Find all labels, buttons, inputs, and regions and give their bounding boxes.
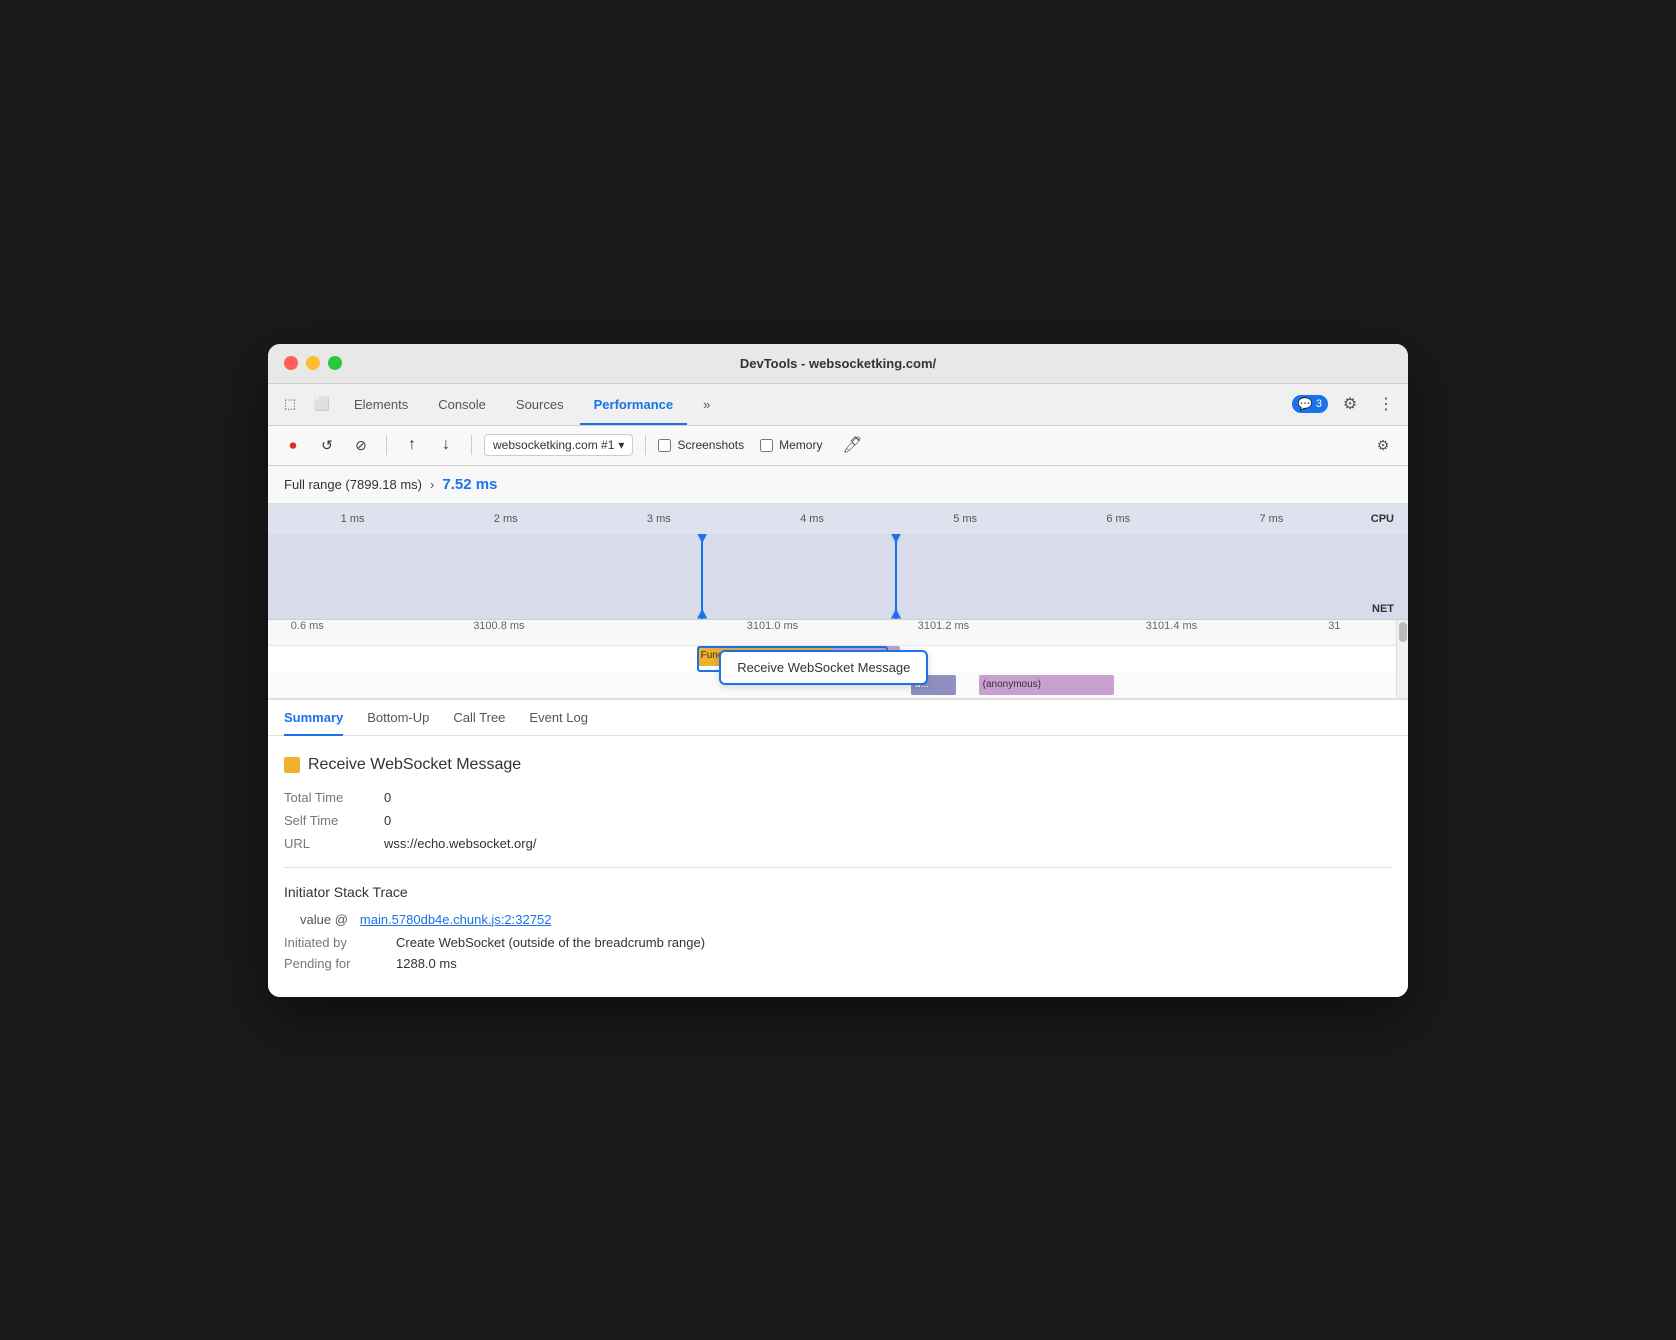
record-button[interactable]: ⏺ <box>280 432 306 458</box>
anonymous-block[interactable]: (anonymous) <box>979 675 1114 695</box>
download-button[interactable]: ↓ <box>433 432 459 458</box>
net-label: NET <box>1372 603 1394 615</box>
ms-labels-row: 0.6 ms 3100.8 ms 3101.0 ms 3101.2 ms 310… <box>268 620 1408 646</box>
scrollbar-thumb[interactable] <box>1399 622 1407 642</box>
ruler-1ms: 1 ms <box>341 513 365 525</box>
pending-for-row: Pending for 1288.0 ms <box>284 956 1392 971</box>
url-row: URL wss://echo.websocket.org/ <box>284 836 1392 851</box>
tab-bottom-up[interactable]: Bottom-Up <box>367 700 429 735</box>
traffic-lights <box>284 356 342 370</box>
divider-3 <box>645 435 646 455</box>
panel-tabs: Summary Bottom-Up Call Tree Event Log <box>268 700 1408 736</box>
stack-value-row: value @ main.5780db4e.chunk.js:2:32752 <box>284 912 1392 927</box>
tab-console[interactable]: Console <box>424 383 500 425</box>
cpu-chart-svg <box>268 534 1408 619</box>
titlebar: DevTools - websocketking.com/ <box>268 344 1408 384</box>
tab-elements[interactable]: Elements <box>340 383 422 425</box>
maximize-button[interactable] <box>328 356 342 370</box>
nav-tabs: Elements Console Sources Performance » <box>340 383 1288 425</box>
perf-settings-button[interactable]: ⚙ <box>1370 432 1396 458</box>
ruler-2ms: 2 ms <box>494 513 518 525</box>
separator-1 <box>284 867 1392 868</box>
message-badge[interactable]: 💬 3 <box>1292 395 1328 413</box>
nav-toolbar: ⬚ ⬜ Elements Console Sources Performance… <box>268 384 1408 426</box>
ruler-3ms: 3 ms <box>647 513 671 525</box>
nav-right: 💬 3 ⚙ ⋮ <box>1292 390 1400 418</box>
inspect-icon[interactable]: ⬚ <box>276 390 304 418</box>
more-icon[interactable]: ⋮ <box>1372 390 1400 418</box>
dropdown-arrow-icon: ▾ <box>618 438 624 452</box>
clear-button[interactable]: ⊘ <box>348 432 374 458</box>
cpu-label: CPU <box>1371 513 1394 525</box>
device-icon[interactable]: ⬜ <box>308 390 336 418</box>
ms-label-5: 31 <box>1328 620 1340 632</box>
reload-record-button[interactable]: ↺ <box>314 432 340 458</box>
tab-event-log[interactable]: Event Log <box>529 700 588 735</box>
ms-label-4: 3101.4 ms <box>1146 620 1197 632</box>
stack-link[interactable]: main.5780db4e.chunk.js:2:32752 <box>360 912 552 927</box>
ms-label-0: 0.6 ms <box>291 620 324 632</box>
close-button[interactable] <box>284 356 298 370</box>
self-time-row: Self Time 0 <box>284 813 1392 828</box>
timeline-scrollbar[interactable] <box>1396 620 1408 698</box>
stack-trace-title: Initiator Stack Trace <box>284 884 1392 900</box>
ruler-4ms: 4 ms <box>800 513 824 525</box>
flame-tooltip: Receive WebSocket Message <box>719 650 928 685</box>
panel-content: Receive WebSocket Message Total Time 0 S… <box>268 736 1408 997</box>
ruler-7ms: 7 ms <box>1259 513 1283 525</box>
devtools-window: DevTools - websocketking.com/ ⬚ ⬜ Elemen… <box>268 344 1408 997</box>
flame-row-1: Function Call Microtasks Receive WebSock… <box>268 646 1396 672</box>
ruler-6ms: 6 ms <box>1106 513 1130 525</box>
tab-call-tree[interactable]: Call Tree <box>453 700 505 735</box>
memory-checkbox[interactable] <box>760 439 773 452</box>
event-type-icon <box>284 757 300 773</box>
ms-label-3: 3101.2 ms <box>918 620 969 632</box>
full-range-info: Full range (7899.18 ms) › 7.52 ms <box>268 466 1408 504</box>
tab-performance[interactable]: Performance <box>580 383 687 425</box>
divider-1 <box>386 435 387 455</box>
selection-end-marker <box>895 534 897 619</box>
summary-title: Receive WebSocket Message <box>284 756 1392 774</box>
minimize-button[interactable] <box>306 356 320 370</box>
upload-button[interactable]: ↑ <box>399 432 425 458</box>
divider-2 <box>471 435 472 455</box>
ms-label-1: 3100.8 ms <box>473 620 524 632</box>
total-time-row: Total Time 0 <box>284 790 1392 805</box>
selection-start-marker <box>701 534 703 619</box>
bottom-panel: Summary Bottom-Up Call Tree Event Log Re… <box>268 698 1408 997</box>
timeline-area[interactable]: 1 ms 2 ms 3 ms 4 ms 5 ms 6 ms 7 ms CPU <box>268 504 1408 698</box>
brush-icon[interactable]: 🖊 <box>838 431 866 459</box>
tab-sources[interactable]: Sources <box>502 383 578 425</box>
screenshots-checkbox-group: Screenshots <box>658 438 744 452</box>
ruler-5ms: 5 ms <box>953 513 977 525</box>
memory-checkbox-group: Memory <box>760 438 822 452</box>
ms-label-2: 3101.0 ms <box>747 620 798 632</box>
initiated-by-row: Initiated by Create WebSocket (outside o… <box>284 935 1392 950</box>
screenshots-checkbox[interactable] <box>658 439 671 452</box>
url-selector[interactable]: websocketking.com #1 ▾ <box>484 434 633 456</box>
perf-toolbar: ⏺ ↺ ⊘ ↑ ↓ websocketking.com #1 ▾ Screens… <box>268 426 1408 466</box>
window-title: DevTools - websocketking.com/ <box>740 356 936 371</box>
settings-icon[interactable]: ⚙ <box>1336 390 1364 418</box>
tab-summary[interactable]: Summary <box>284 700 343 735</box>
tab-overflow[interactable]: » <box>689 383 724 425</box>
